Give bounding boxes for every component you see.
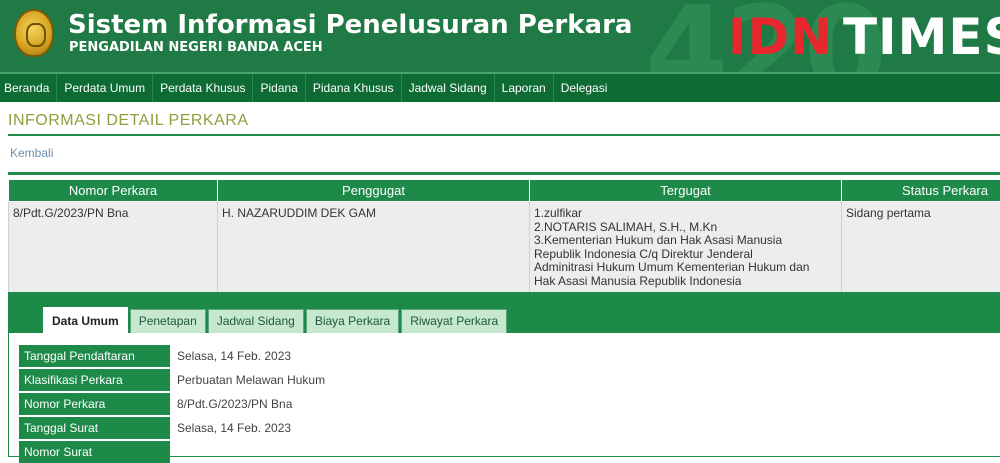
cell-nomor-perkara: 8/Pdt.G/2023/PN Bna [9,202,218,294]
tab-data-umum[interactable]: Data Umum [43,307,128,333]
nav-beranda[interactable]: Beranda [4,74,57,102]
detail-panel: Data Umum Penetapan Jadwal Sidang Biaya … [8,292,1000,457]
info-value: Selasa, 14 Feb. 2023 [170,417,291,439]
col-header-penggugat: Penggugat [218,180,530,202]
tab-riwayat-perkara[interactable]: Riwayat Perkara [401,309,507,333]
nav-pidana[interactable]: Pidana [260,74,305,102]
tab-penetapan[interactable]: Penetapan [130,309,206,333]
info-row: Tanggal Pendaftaran Selasa, 14 Feb. 2023 [19,345,1000,367]
info-value: 8/Pdt.G/2023/PN Bna [170,393,292,415]
table-header-row: Nomor Perkara Penggugat Tergugat Status … [9,180,1000,202]
court-emblem-logo [14,9,54,57]
back-link[interactable]: Kembali [10,146,53,160]
info-label: Nomor Surat [19,441,170,463]
info-row: Nomor Perkara 8/Pdt.G/2023/PN Bna [19,393,1000,415]
cell-penggugat: H. NAZARUDDIM DEK GAM [218,202,530,294]
tergugat-line: 2.NOTARIS SALIMAH, S.H., M.Kn [534,221,837,235]
main-nav: Beranda Perdata Umum Perdata Khusus Pida… [0,72,1000,102]
page-title: INFORMASI DETAIL PERKARA [8,112,1000,130]
nav-delegasi[interactable]: Delegasi [561,74,615,102]
info-value: Perbuatan Melawan Hukum [170,369,325,391]
tergugat-line: 3.Kementerian Hukum dan Hak Asasi Manusi… [534,234,837,248]
tab-jadwal-sidang[interactable]: Jadwal Sidang [208,309,304,333]
cell-tergugat: 1.zulfikar 2.NOTARIS SALIMAH, S.H., M.Kn… [530,202,842,294]
tergugat-line: Hak Asasi Manusia Republik Indonesia [534,275,837,289]
info-label: Klasifikasi Perkara [19,369,170,391]
nav-pidana-khusus[interactable]: Pidana Khusus [313,74,402,102]
info-value [170,441,177,463]
info-label: Nomor Perkara [19,393,170,415]
cell-status-perkara: Sidang pertama [842,202,1000,294]
tergugat-line: Republik Indonesia C/q Direktur Jenderal [534,248,837,262]
info-value: Selasa, 14 Feb. 2023 [170,345,291,367]
info-label: Tanggal Surat [19,417,170,439]
tab-biaya-perkara[interactable]: Biaya Perkara [306,309,399,333]
table-row: 8/Pdt.G/2023/PN Bna H. NAZARUDDIM DEK GA… [9,202,1000,294]
tergugat-line: Adminitrasi Hukum Umum Kementerian Hukum… [534,261,837,275]
data-umum-list: Tanggal Pendaftaran Selasa, 14 Feb. 2023… [9,333,1000,463]
col-header-tergugat: Tergugat [530,180,842,202]
nav-perdata-khusus[interactable]: Perdata Khusus [160,74,253,102]
site-header: 420 Sistem Informasi Penelusuran Perkara… [0,0,1000,72]
info-label: Tanggal Pendaftaran [19,345,170,367]
tergugat-line: 1.zulfikar [534,207,837,221]
site-subtitle: PENGADILAN NEGERI BANDA ACEH [69,40,323,55]
case-summary-table: Nomor Perkara Penggugat Tergugat Status … [8,179,1000,293]
brand-times: TIMES [843,8,1000,66]
nav-perdata-umum[interactable]: Perdata Umum [64,74,153,102]
site-title: Sistem Informasi Penelusuran Perkara [68,10,632,40]
info-row: Nomor Surat [19,441,1000,463]
col-header-status-perkara: Status Perkara [842,180,1000,202]
info-row: Tanggal Surat Selasa, 14 Feb. 2023 [19,417,1000,439]
info-row: Klasifikasi Perkara Perbuatan Melawan Hu… [19,369,1000,391]
nav-jadwal-sidang[interactable]: Jadwal Sidang [409,74,495,102]
col-header-nomor-perkara: Nomor Perkara [9,180,218,202]
detail-tabs: Data Umum Penetapan Jadwal Sidang Biaya … [9,299,1000,333]
case-divider [8,172,1000,175]
brand-idn: IDN [728,8,833,66]
idn-times-watermark: IDNTIMES [728,12,1000,62]
nav-laporan[interactable]: Laporan [502,74,554,102]
title-divider [8,134,1000,136]
